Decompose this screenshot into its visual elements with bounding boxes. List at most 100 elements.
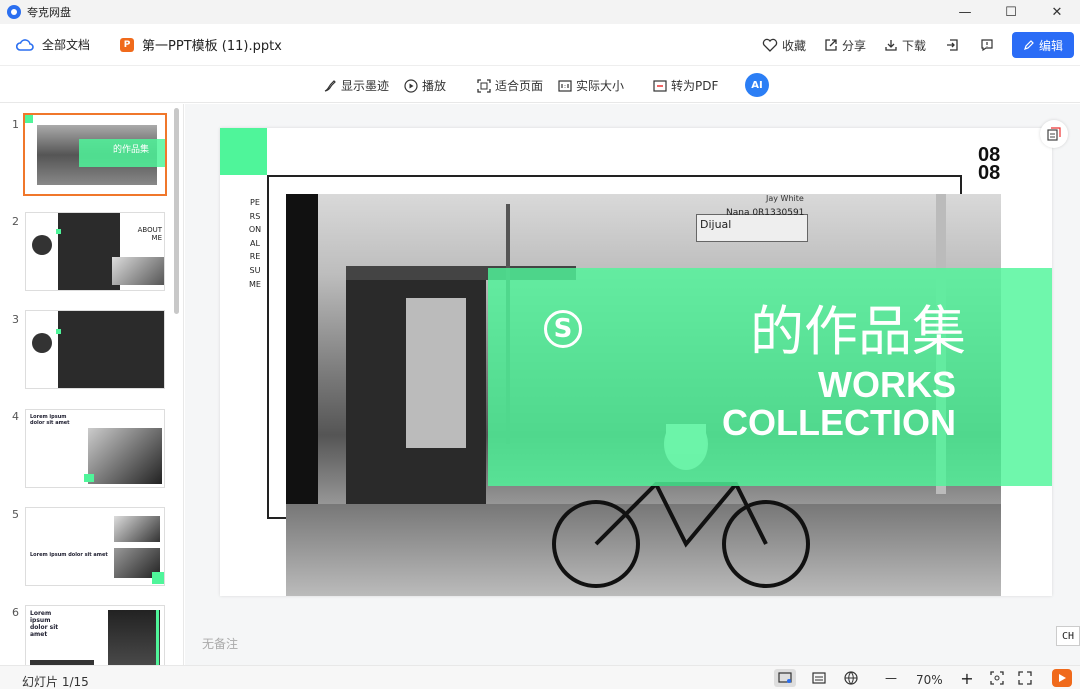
- title-chinese: 的作品集: [750, 300, 966, 363]
- thumbnail-title: Lorem ipsum dolor sit amet: [30, 414, 70, 426]
- notes-placeholder[interactable]: 无备注: [202, 635, 238, 652]
- title-bar: 夸克网盘 — ☐ ✕: [0, 0, 1080, 24]
- export-button[interactable]: [946, 38, 960, 52]
- show-ink-label: 显示墨迹: [341, 79, 390, 93]
- vertical-personal-resume: PERSONAL RESUME: [248, 198, 262, 289]
- view-toolbar: 显示墨迹 播放 适合页面 实际大小 转为PDF AI: [0, 67, 1080, 103]
- title-collection: COLLECTION: [722, 402, 956, 443]
- export-icon: [947, 39, 958, 51]
- ai-assistant-button[interactable]: AI: [745, 73, 769, 97]
- normal-view-icon: [778, 672, 792, 683]
- notes-view-button[interactable]: [808, 669, 830, 687]
- share-label: 分享: [841, 38, 866, 53]
- share-icon: [825, 39, 837, 51]
- thumbnail-title: Lorem ipsum dolor sit amet: [30, 610, 59, 638]
- maximize-icon: ☐: [1005, 4, 1017, 20]
- file-name: 第一PPT模板 (11).pptx: [142, 39, 282, 54]
- play-icon: [404, 78, 418, 93]
- slide-thumbnail-panel: 1 的作品集 2 ABOUT ME 3 4 Lorem ipsum dolor …: [0, 104, 184, 665]
- thumbnail-slide-3[interactable]: [25, 310, 165, 389]
- thumbnail-number: 2: [12, 215, 19, 228]
- thumbnail-number: 6: [12, 606, 19, 619]
- edit-button[interactable]: 编辑: [1012, 32, 1074, 58]
- close-icon: ✕: [1051, 4, 1063, 20]
- app-logo-icon: [7, 5, 21, 19]
- current-slide[interactable]: PERSONAL RESUME Jay White Nana 0R1330591…: [220, 128, 1052, 596]
- zoom-in-button[interactable]: +: [956, 668, 978, 688]
- play-label: 播放: [422, 79, 447, 93]
- cloud-icon[interactable]: [16, 36, 34, 54]
- normal-view-button[interactable]: [774, 669, 796, 687]
- sign-text-3: Dijual: [700, 218, 732, 231]
- thumbnail-number: 4: [12, 410, 19, 423]
- notes-view-icon: [812, 672, 826, 684]
- minimize-icon: —: [958, 4, 972, 20]
- thumbnail-number: 1: [12, 118, 19, 131]
- favorite-label: 收藏: [781, 38, 806, 53]
- ppt-file-icon: P: [120, 37, 135, 52]
- thumbnail-number: 3: [12, 313, 19, 326]
- show-ink-button[interactable]: 显示墨迹: [323, 77, 389, 94]
- heart-icon: [762, 38, 778, 52]
- share-button[interactable]: 分享: [824, 37, 866, 54]
- slide-canvas-area: PERSONAL RESUME Jay White Nana 0R1330591…: [185, 104, 1080, 665]
- zoom-in-icon: +: [960, 668, 974, 688]
- download-button[interactable]: 下载: [884, 37, 926, 54]
- actual-size-label: 实际大小: [576, 79, 625, 93]
- thumbnail-title: 的作品集: [113, 145, 150, 155]
- pdf-icon: [653, 79, 667, 92]
- status-bar: 幻灯片 1/15 — 70% +: [0, 665, 1080, 689]
- ime-indicator[interactable]: CH: [1056, 626, 1080, 646]
- thumbnail-slide-5[interactable]: Lorem ipsum dolor sit amet: [25, 507, 165, 586]
- ink-icon: [324, 79, 336, 92]
- zoom-out-button[interactable]: —: [880, 669, 902, 687]
- accent-square: [220, 128, 267, 175]
- language-button[interactable]: [840, 669, 862, 687]
- globe-icon: [844, 671, 858, 685]
- maximize-button[interactable]: ☐: [988, 0, 1034, 24]
- download-icon: [885, 40, 897, 51]
- fit-screen-button[interactable]: [986, 669, 1008, 687]
- feedback-icon: [981, 39, 993, 52]
- thumbnail-slide-1[interactable]: 的作品集: [23, 113, 167, 196]
- fit-page-icon: [477, 78, 491, 93]
- zoom-level[interactable]: 70%: [916, 673, 943, 687]
- pencil-icon: [1024, 40, 1034, 50]
- play-icon: [1059, 674, 1066, 682]
- thumbnail-title: Lorem ipsum dolor sit amet: [30, 552, 108, 558]
- app-name: 夸克网盘: [27, 6, 71, 19]
- zoom-out-icon: —: [885, 671, 897, 685]
- header-bar: 全部文档 P 第一PPT模板 (11).pptx 收藏 分享 下载 编辑: [0, 24, 1080, 66]
- slideshow-button[interactable]: [1052, 669, 1072, 687]
- s-logo-icon: S: [544, 310, 582, 348]
- all-docs-link[interactable]: 全部文档: [42, 36, 90, 53]
- side-panel-button[interactable]: [1040, 120, 1068, 148]
- thumbnail-number: 5: [12, 508, 19, 521]
- fit-screen-icon: [990, 671, 1004, 685]
- thumbnail-slide-2[interactable]: ABOUT ME: [25, 212, 165, 291]
- fit-page-button[interactable]: 适合页面: [477, 77, 543, 94]
- fit-page-label: 适合页面: [495, 79, 544, 93]
- fullscreen-icon: [1018, 671, 1032, 685]
- actual-size-button[interactable]: 实际大小: [558, 77, 624, 94]
- edit-label: 编辑: [1038, 38, 1063, 53]
- fullscreen-button[interactable]: [1014, 669, 1036, 687]
- minimize-button[interactable]: —: [942, 0, 988, 24]
- to-pdf-label: 转为PDF: [671, 79, 719, 93]
- slide-number-bottom: 08: [978, 162, 1001, 184]
- thumbnail-title: ABOUT ME: [137, 226, 162, 242]
- to-pdf-button[interactable]: 转为PDF: [653, 77, 718, 94]
- sign-text-2: Nana 0R1330591: [726, 208, 805, 218]
- favorite-button[interactable]: 收藏: [762, 37, 806, 54]
- close-button[interactable]: ✕: [1034, 0, 1080, 24]
- thumbnail-slide-6[interactable]: Lorem ipsum dolor sit amet: [25, 605, 165, 665]
- thumbnail-slide-4[interactable]: Lorem ipsum dolor sit amet: [25, 409, 165, 488]
- play-button[interactable]: 播放: [404, 77, 446, 94]
- download-label: 下载: [901, 38, 926, 53]
- slide-counter: 幻灯片 1/15: [22, 675, 89, 689]
- sidebar-scrollbar[interactable]: [174, 108, 179, 314]
- sign-text-1: Jay White: [766, 194, 804, 203]
- feedback-button[interactable]: [980, 38, 994, 52]
- actual-size-icon: [558, 79, 572, 92]
- panel-icon: [1047, 127, 1061, 141]
